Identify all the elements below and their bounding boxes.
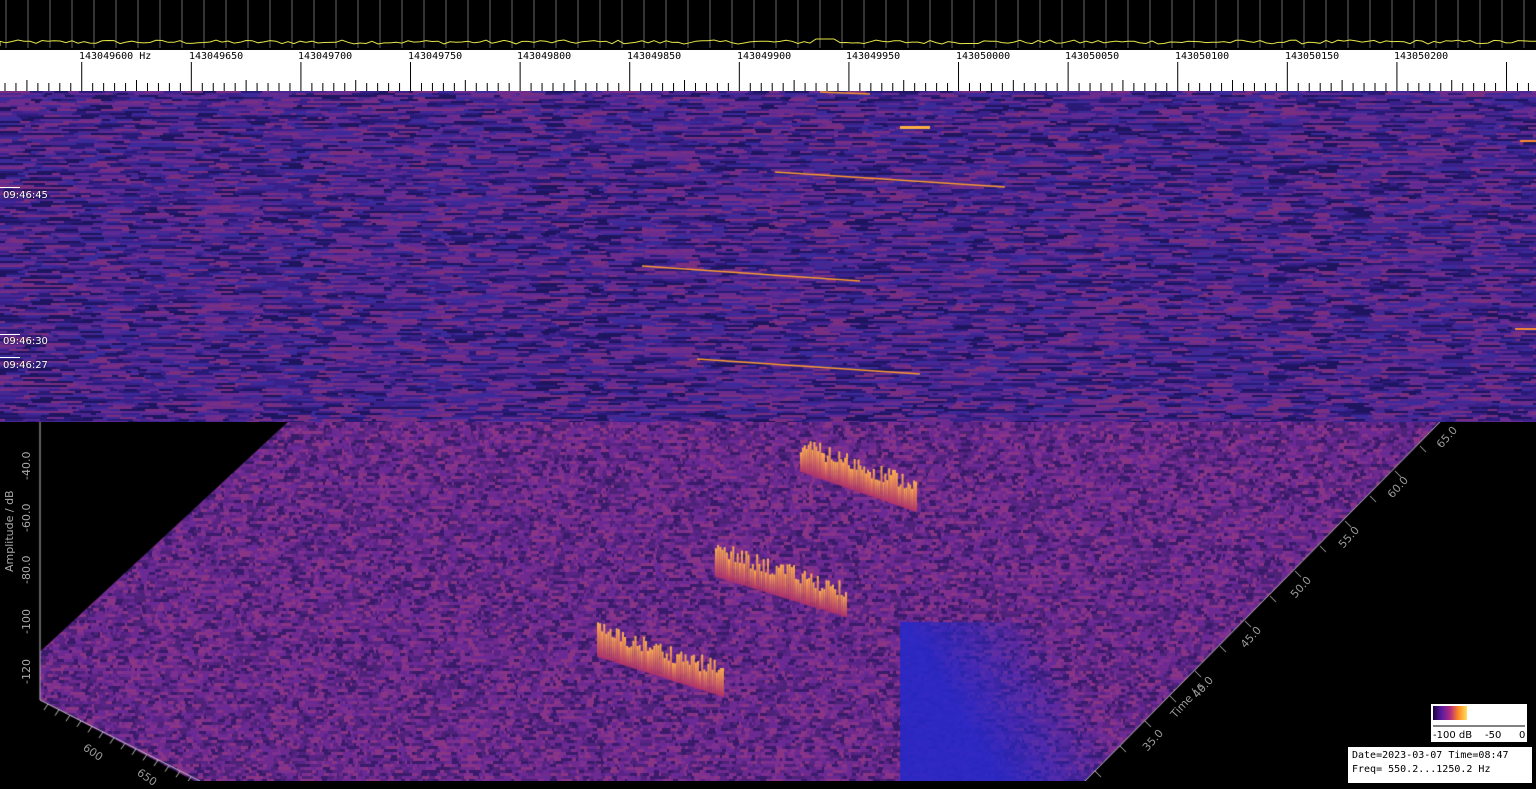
frequency-ruler[interactable]: 143049600 Hz 143049650 143049700 1430497… (0, 50, 1536, 91)
date-time-text: Date=2023-03-07 Time=08:47 (1352, 750, 1509, 761)
amplitude-tick: -120 (20, 659, 33, 684)
color-scale-mid: -50 (1485, 730, 1502, 741)
freq-range-text: Freq= 550.2...1250.2 Hz (1352, 764, 1491, 775)
time-label: 09:46:45 (3, 190, 48, 201)
ruler-ticks (4, 62, 1529, 91)
3d-spectrogram[interactable]: Amplitude / dB -40.0 -60.0 -80.0 -100 -1… (0, 422, 1536, 789)
time-label: 09:46:30 (3, 336, 48, 347)
spectrum-display[interactable] (0, 0, 1536, 50)
amplitude-tick: -60.0 (20, 503, 33, 532)
spectrum-trace (0, 0, 1536, 48)
amplitude-tick: -100 (20, 609, 33, 634)
waterfall-display[interactable]: 09:46:45 09:46:30 09:46:27 (0, 91, 1536, 422)
color-scale: -100 dB -50 0 (1431, 704, 1527, 742)
waterfall-canvas (0, 91, 1536, 422)
info-box: Date=2023-03-07 Time=08:47 Freq= 550.2..… (1348, 747, 1532, 783)
color-scale-high: 0 (1519, 730, 1526, 741)
color-scale-low: -100 dB (1433, 730, 1473, 741)
time-label: 09:46:27 (3, 360, 48, 371)
3d-surface (0, 422, 1536, 781)
amplitude-tick: -40.0 (20, 451, 33, 480)
amplitude-tick: -80.0 (20, 555, 33, 584)
amplitude-axis-label: Amplitude / dB (3, 490, 16, 572)
